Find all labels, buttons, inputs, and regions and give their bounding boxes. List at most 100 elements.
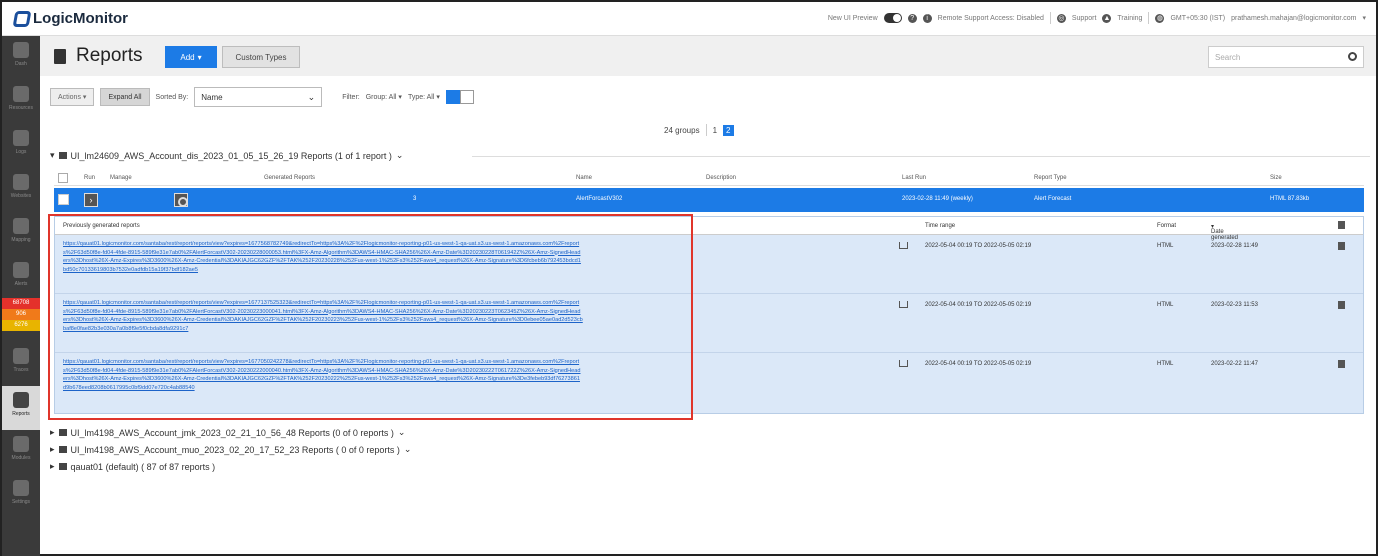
- caret-right-icon[interactable]: ▸: [50, 461, 55, 472]
- support-link[interactable]: Support: [1072, 15, 1097, 22]
- add-button[interactable]: Add ▾: [165, 46, 217, 68]
- col-report-type[interactable]: Report Type: [1034, 175, 1067, 181]
- search-icon[interactable]: [1348, 52, 1357, 61]
- chevron-down-icon[interactable]: ⌄: [404, 444, 412, 455]
- format: HTML: [1157, 243, 1174, 249]
- training-icon: ▲: [1102, 13, 1112, 23]
- report-group-collapsed[interactable]: ▸ UI_lm4198_AWS_Account_muo_2023_02_20_1…: [50, 444, 411, 455]
- pagination: 24 groups 1 2: [664, 124, 734, 136]
- report-name: AlertForcastV302: [576, 196, 623, 202]
- col-last-run[interactable]: Last Run: [902, 175, 926, 181]
- globe-icon: ◍: [1155, 13, 1165, 23]
- group-filter-label: Group: All: [365, 94, 397, 101]
- manage-gear-icon[interactable]: [174, 193, 188, 207]
- page-2[interactable]: 2: [723, 124, 734, 136]
- nav-reports[interactable]: Reports: [2, 386, 40, 430]
- logs-icon: [13, 130, 29, 146]
- run-report-button[interactable]: ›: [84, 193, 98, 207]
- divider: [705, 124, 707, 136]
- col-time-range: Time range: [925, 223, 956, 229]
- search-input[interactable]: Search: [1208, 46, 1364, 68]
- warning-alert-count[interactable]: 6276: [2, 320, 40, 331]
- nav-settings[interactable]: Settings: [2, 474, 40, 518]
- critical-alert-count[interactable]: 68708: [2, 298, 40, 309]
- col-run: Run: [84, 175, 96, 181]
- nav-resources[interactable]: Resources: [2, 80, 40, 124]
- remote-support-status[interactable]: Remote Support Access: Disabled: [938, 15, 1044, 22]
- sort-select[interactable]: Name ⌄: [194, 87, 323, 107]
- nav-label: Reports: [12, 411, 30, 417]
- table-row-selected[interactable]: › 3 AlertForcastV302 2023-02-28 11:49 (w…: [54, 188, 1364, 212]
- error-alert-count[interactable]: 906: [2, 309, 40, 320]
- sort-value: Name: [201, 93, 223, 102]
- trash-icon[interactable]: [1338, 242, 1345, 250]
- help-icon[interactable]: ?: [907, 13, 917, 23]
- grid-view-icon[interactable]: [459, 90, 474, 104]
- top-bar: LogicMonitor New UI Preview ? i Remote S…: [2, 2, 1376, 36]
- col-generated-reports[interactable]: Generated Reports: [264, 175, 315, 181]
- new-ui-preview-toggle[interactable]: [883, 13, 902, 23]
- actions-dropdown[interactable]: Actions ▾: [50, 88, 95, 106]
- col-size[interactable]: Size: [1270, 175, 1282, 181]
- nav-logs[interactable]: Logs: [2, 124, 40, 168]
- chevron-down-icon: ▾: [197, 52, 202, 62]
- timezone-label[interactable]: GMT+05:30 (IST): [1170, 15, 1225, 22]
- row-checkbox[interactable]: [58, 194, 69, 205]
- delete-all-trash-icon[interactable]: [1338, 221, 1345, 229]
- trash-icon[interactable]: [1338, 301, 1345, 309]
- history-title: Previously generated reports: [63, 223, 140, 229]
- chevron-down-icon[interactable]: ⌄: [398, 427, 406, 438]
- report-group-expanded[interactable]: ▾ UI_lm24609_AWS_Account_dis_2023_01_05_…: [50, 150, 403, 161]
- report-link[interactable]: https://qauat01.logicmonitor.com/santaba…: [63, 299, 583, 333]
- alerts-icon: [13, 262, 29, 278]
- websites-icon: [13, 174, 29, 190]
- history-header: Previously generated reports Time range …: [55, 217, 1363, 241]
- logicmonitor-logo[interactable]: LogicMonitor: [12, 10, 128, 27]
- date-generated: 2023-02-22 11:47: [1211, 361, 1258, 367]
- format: HTML: [1157, 302, 1174, 308]
- caret-right-icon[interactable]: ▸: [50, 444, 55, 455]
- caret-down-icon[interactable]: ▾: [50, 150, 55, 161]
- open-external-icon[interactable]: [899, 242, 908, 249]
- trash-icon[interactable]: [1338, 360, 1345, 368]
- time-range: 2022-05-04 00:19 TO 2022-05-05 02:19: [925, 243, 1032, 249]
- nav-modules[interactable]: Modules: [2, 430, 40, 474]
- chevron-down-icon[interactable]: ⌄: [396, 150, 404, 161]
- nav-mapping[interactable]: Mapping: [2, 212, 40, 256]
- folder-icon: [58, 429, 67, 436]
- nav-traces[interactable]: Traces: [2, 342, 40, 386]
- select-all-checkbox[interactable]: [58, 173, 68, 183]
- report-link[interactable]: https://qauat01.logicmonitor.com/santaba…: [63, 358, 583, 392]
- col-name[interactable]: Name: [576, 175, 592, 181]
- open-external-icon[interactable]: [899, 360, 908, 367]
- group-filter[interactable]: Group: All ▾: [366, 93, 402, 101]
- page-1[interactable]: 1: [713, 126, 717, 135]
- user-email[interactable]: prathamesh.mahajan@logicmonitor.com: [1231, 15, 1356, 22]
- alert-counts[interactable]: 68708 906 6276: [2, 298, 40, 331]
- list-view-icon[interactable]: [445, 90, 460, 104]
- report-last-run: 2023-02-28 11:49 (weekly): [902, 196, 973, 202]
- chevron-down-icon: ⌄: [307, 92, 316, 102]
- col-date-generated[interactable]: Date generated ▾: [1211, 223, 1238, 241]
- search-placeholder: Search: [1215, 53, 1241, 62]
- nav-label: Alerts: [14, 281, 28, 287]
- mapping-icon: [13, 218, 29, 234]
- chevron-down-icon[interactable]: ▾: [1362, 14, 1366, 22]
- nav-alerts[interactable]: Alerts: [2, 256, 40, 300]
- col-description[interactable]: Description: [706, 175, 736, 181]
- report-group-collapsed[interactable]: ▸ UI_lm4198_AWS_Account_jmk_2023_02_21_1…: [50, 427, 405, 438]
- date-generated: 2023-02-23 11:53: [1211, 302, 1258, 308]
- nav-websites[interactable]: Websites: [2, 168, 40, 212]
- nav-dash[interactable]: Dash: [2, 36, 40, 80]
- new-ui-preview-label: New UI Preview: [827, 14, 878, 22]
- generated-reports-count[interactable]: 3: [413, 196, 416, 202]
- training-link[interactable]: Training: [1117, 15, 1142, 22]
- type-filter[interactable]: Type: All ▾: [408, 93, 440, 101]
- divider: [1148, 12, 1150, 24]
- expand-all-button[interactable]: Expand All: [100, 88, 150, 106]
- custom-types-button[interactable]: Custom Types: [222, 46, 300, 68]
- report-link[interactable]: https://qauat01.logicmonitor.com/santaba…: [63, 240, 583, 274]
- report-group-collapsed[interactable]: ▸ qauat01 (default) ( 87 of 87 reports ): [50, 461, 215, 472]
- caret-right-icon[interactable]: ▸: [50, 427, 55, 438]
- open-external-icon[interactable]: [899, 301, 908, 308]
